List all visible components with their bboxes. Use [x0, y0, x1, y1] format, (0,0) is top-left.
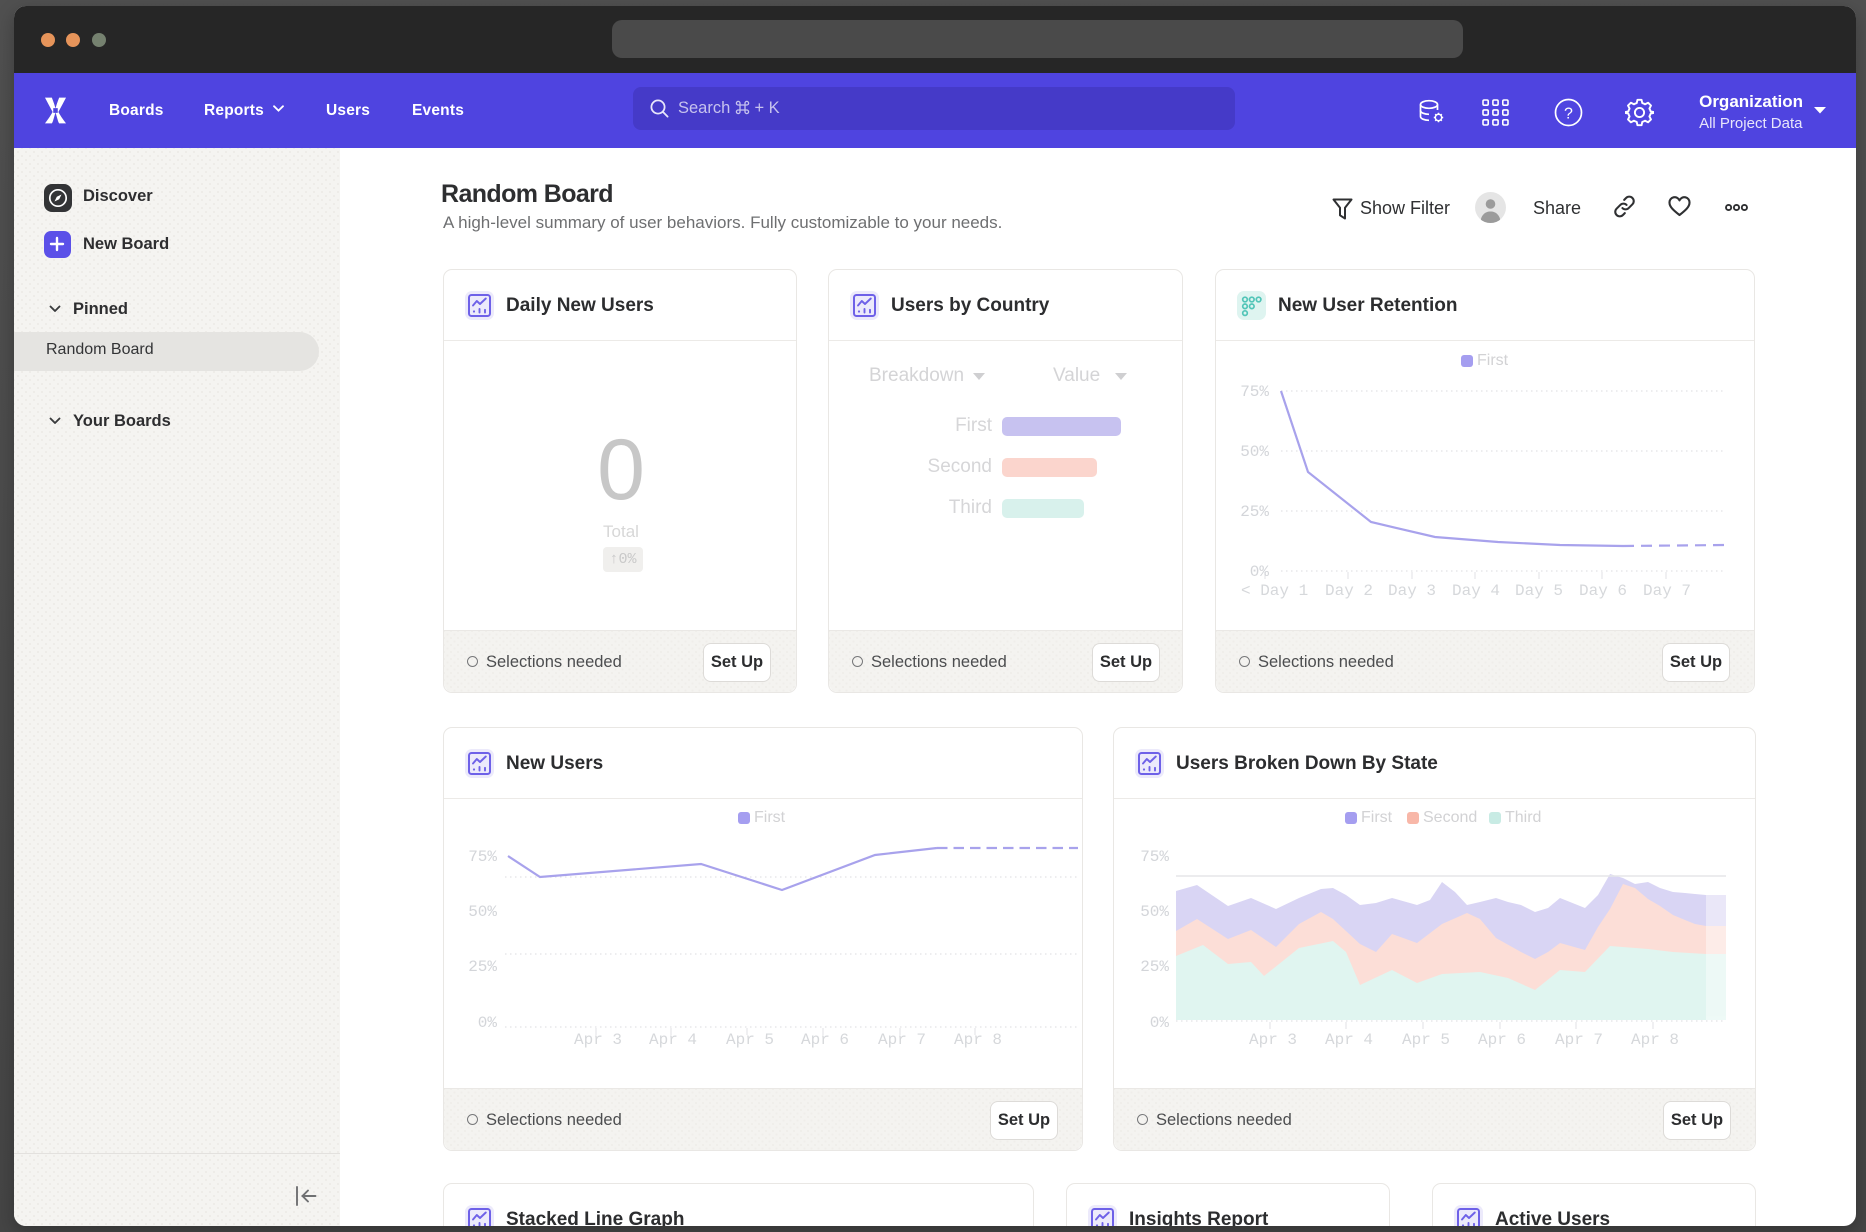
svg-text:?: ?	[1564, 106, 1573, 123]
